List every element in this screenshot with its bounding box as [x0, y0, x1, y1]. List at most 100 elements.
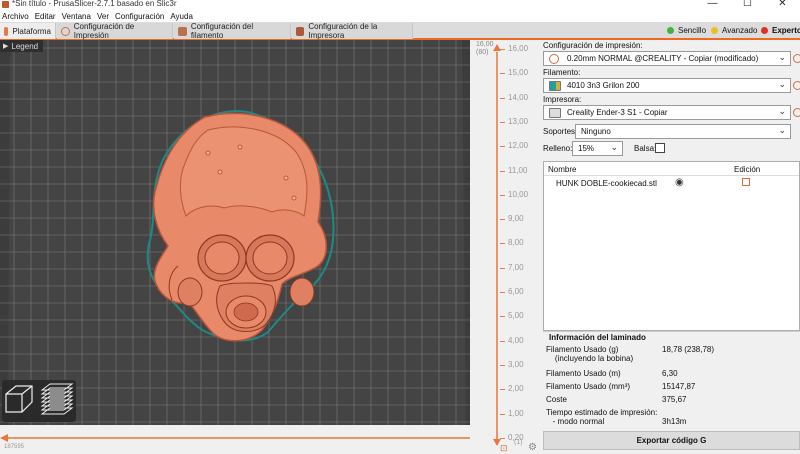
infill-combo[interactable]: 15% ⌄: [572, 141, 623, 156]
supports-label: Soportes:: [543, 127, 578, 136]
supports-value: Ninguno: [581, 127, 611, 136]
layer-tick-label: 13,00: [499, 116, 529, 126]
mode-dot-icon: [761, 27, 768, 34]
tab-bar: Plataforma Configuración de Impresión Co…: [0, 22, 800, 40]
tab-filament-settings[interactable]: Configuración del filamento: [174, 22, 291, 40]
tab-plataforma[interactable]: Plataforma: [0, 23, 56, 39]
view-toolbar: [2, 380, 76, 422]
layers-view-icon: [40, 383, 74, 415]
layer-tick-label: 9,00: [500, 214, 524, 224]
maximize-button[interactable]: ☐: [730, 0, 765, 9]
layer-tick-label: 1,00: [500, 408, 524, 418]
info-value: 15147,87: [662, 382, 696, 391]
print-settings-combo[interactable]: 0.20mm NORMAL @CREALITY - Copiar (modifi…: [543, 51, 791, 66]
gear-icon: [61, 26, 70, 36]
mode-simple[interactable]: Sencillo: [667, 26, 706, 35]
layer-tick-label: 5,00: [500, 311, 524, 321]
info-key: Coste: [546, 395, 567, 404]
horizontal-slider[interactable]: 187595: [0, 425, 490, 450]
layer-tick-label: 8,00: [500, 238, 524, 248]
spool-icon: [178, 26, 187, 36]
object-list: Nombre Edición HUNK DOBLE-cookiecad.stl …: [543, 161, 800, 331]
filament-label: Filamento:: [543, 68, 581, 77]
chevron-down-icon: ⌄: [778, 79, 786, 89]
menu-ayuda[interactable]: Ayuda: [168, 12, 197, 21]
layer-tick-label: 4,00: [500, 335, 524, 345]
menu-archivo[interactable]: Archivo: [0, 12, 33, 21]
mode-expert[interactable]: Experto: [761, 26, 800, 35]
plater-icon: [4, 26, 9, 36]
export-gcode-button[interactable]: Exportar código G: [543, 431, 800, 450]
mode-advanced[interactable]: Avanzado: [711, 26, 757, 35]
settings-gear-icon[interactable]: ⚙: [528, 442, 537, 453]
info-value: 375,67: [662, 395, 687, 404]
infill-value: 15%: [578, 144, 595, 153]
gear-icon[interactable]: [793, 81, 800, 90]
layer-tick-label: 7,00: [500, 262, 524, 272]
chevron-down-icon: ⌄: [778, 52, 786, 62]
layer-tick-label: 12,00: [499, 141, 529, 151]
legend-label: Legend: [11, 41, 39, 51]
menu-bar: Archivo Editar Ventana Ver Configuración…: [0, 10, 800, 22]
gear-icon: [549, 53, 559, 64]
supports-combo[interactable]: Ninguno ⌄: [575, 124, 791, 139]
mode-label: Sencillo: [678, 26, 707, 35]
info-value: 18,78 (238,78): [662, 345, 715, 354]
column-name: Nombre: [548, 165, 577, 174]
tab-printer-settings[interactable]: Configuración de la Impresora: [292, 22, 413, 40]
layer-tick-label: 6,00: [500, 287, 524, 296]
object-name: HUNK DOBLE-cookiecad.stl: [556, 179, 657, 188]
chevron-down-icon: ⌄: [610, 142, 618, 152]
info-key: Filamento Usado (mm³): [546, 382, 631, 391]
print-settings-label: Configuración de impresión:: [543, 41, 643, 50]
filament-combo[interactable]: 4010 3n3 Grilon 200 ⌄: [543, 78, 791, 93]
layer-tick-label: 3,00: [500, 359, 524, 369]
menu-ventana[interactable]: Ventana: [60, 12, 95, 21]
cube-view-icon: [5, 385, 33, 413]
chevron-down-icon: ⌄: [778, 106, 786, 116]
layer-tick-label: 16,00: [499, 44, 529, 53]
3d-viewport[interactable]: ▶ Legend 191884: [0, 40, 470, 425]
title-bar: *Sin título - PrusaSlicer-2.7.1 basado e…: [0, 0, 800, 10]
gear-icon[interactable]: [793, 54, 800, 63]
menu-ver[interactable]: Ver: [95, 12, 113, 21]
layer-tick-label: 10,00: [499, 189, 529, 199]
slider-left-thumb: [0, 434, 8, 442]
printer-combo[interactable]: Creality Ender-3 S1 - Copiar ⌄: [543, 105, 791, 120]
eye-icon[interactable]: ◉: [675, 177, 684, 188]
edit-icon[interactable]: [742, 178, 750, 186]
tab-print-settings[interactable]: Configuración de Impresión: [57, 22, 173, 40]
column-edit: Edición: [734, 165, 761, 174]
info-key: Tiempo estimado de impresión: - modo nor…: [546, 408, 658, 426]
layer-slider[interactable]: 16,00 (80) 16,00 15,00 14,00 13,00 12,00 11,00…: [470, 40, 540, 453]
slice-info: Información del laminado Filamento Usado…: [543, 331, 800, 427]
gear-icon[interactable]: [793, 108, 800, 117]
slice-info-title: Información del laminado: [549, 333, 646, 342]
minimize-button[interactable]: —: [695, 0, 730, 9]
printer-icon: [296, 26, 305, 36]
close-button[interactable]: ✕: [765, 0, 800, 9]
info-value: 6,30: [662, 369, 678, 378]
info-value: 3h13m: [662, 417, 687, 426]
tab-label: Configuración del filamento: [190, 22, 254, 40]
filament-color-icon: [549, 80, 561, 91]
top-layer: (80): [476, 49, 489, 56]
brim-checkbox[interactable]: [655, 143, 665, 153]
lock-icon[interactable]: ⊡: [500, 443, 508, 454]
info-key: Filamento Usado (g) (incluyendo la bobin…: [546, 345, 634, 363]
menu-configuracion[interactable]: Configuración: [113, 12, 168, 21]
printer-icon: [549, 107, 561, 118]
layer-tick-label: 2,00: [500, 384, 524, 394]
printer-value: Creality Ender-3 S1 - Copiar: [567, 108, 668, 117]
object-row[interactable]: HUNK DOBLE-cookiecad.stl ◉: [544, 177, 799, 191]
menu-editar[interactable]: Editar: [33, 12, 60, 21]
layer-tick-label: 14,00: [499, 92, 529, 102]
printer-label: Impresora:: [543, 95, 582, 104]
infill-label: Relleno:: [543, 144, 573, 153]
legend-toggle[interactable]: ▶ Legend: [0, 40, 43, 52]
bed-grid: [0, 40, 470, 425]
chevron-down-icon: ⌄: [778, 125, 786, 135]
filament-value: 4010 3n3 Grilon 200: [567, 81, 640, 90]
app-icon: [2, 1, 9, 8]
tab-label: Configuración de Impresión: [73, 22, 135, 40]
